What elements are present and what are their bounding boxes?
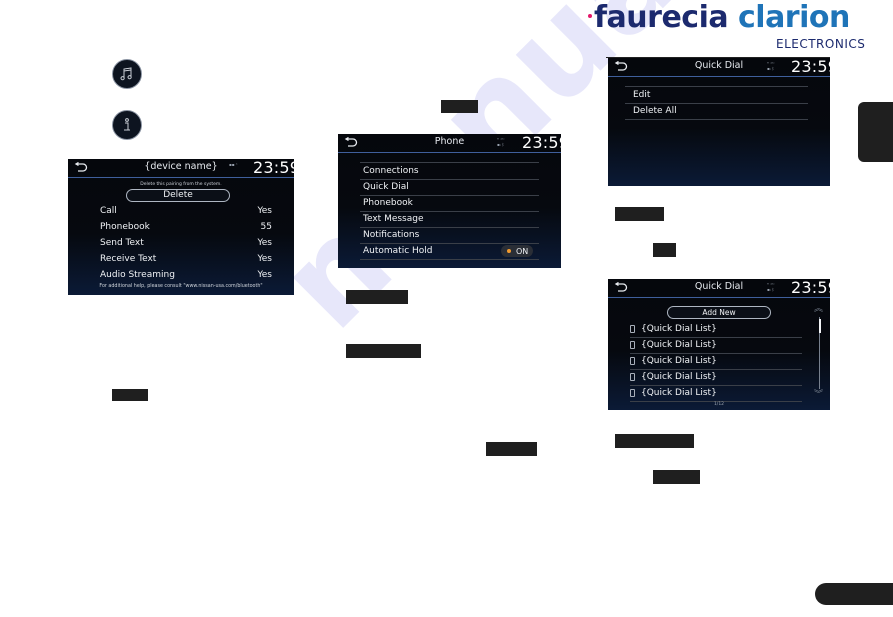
status-icons: ᵀˡ ᵃᵗᶜ ▪ᵢ ᛒ: [497, 137, 505, 147]
row-label: Send Text: [100, 238, 144, 248]
logo-clarion: clarion: [738, 0, 850, 35]
phone-icon: [630, 389, 635, 397]
menu-item-edit[interactable]: Edit: [625, 87, 808, 104]
label-box: [653, 243, 676, 257]
row-call: Call Yes: [100, 203, 272, 219]
quick-dial-item[interactable]: {Quick Dial List}: [630, 385, 802, 402]
instruction-text: Delete this pairing from the system.: [140, 182, 222, 187]
menu-item-label: Quick Dial: [363, 182, 409, 192]
edit-menu-list: Edit Delete All: [625, 86, 808, 120]
automatic-hold-toggle[interactable]: ON: [501, 245, 533, 257]
row-audio-streaming: Audio Streaming Yes: [100, 267, 272, 283]
row-value: Yes: [257, 254, 272, 264]
clock: 23:59: [791, 279, 830, 297]
clock: 23:59: [522, 134, 561, 152]
delete-button[interactable]: Delete: [126, 189, 230, 202]
row-phonebook: Phonebook 55: [100, 219, 272, 235]
label-box: [615, 207, 664, 221]
menu-item-connections[interactable]: Connections: [360, 163, 539, 180]
clock: 23:59: [791, 58, 830, 76]
label-box: [441, 100, 478, 113]
label-box: [615, 434, 694, 448]
menu-item-phonebook[interactable]: Phonebook: [360, 195, 539, 212]
quick-dial-edit-screen: Quick Dial ᵀˡ ᵃᵗᶜ▪ᵢ ᛒ 23:59 Edit Delete …: [608, 58, 830, 186]
toggle-indicator: [507, 249, 511, 253]
music-note-icon: [112, 59, 142, 89]
screen-header: Quick Dial ᵀˡ ᵃᵗᶜ▪ᵢ ᛒ 23:59: [608, 279, 830, 298]
label-box: [346, 290, 408, 304]
quick-dial-item[interactable]: {Quick Dial List}: [630, 369, 802, 386]
row-value: Yes: [257, 270, 272, 280]
logo-accent-dot: [588, 14, 592, 18]
quick-dial-label: {Quick Dial List}: [641, 356, 717, 366]
quick-dial-item[interactable]: {Quick Dial List}: [630, 321, 802, 338]
quick-dial-label: {Quick Dial List}: [641, 388, 717, 398]
quick-dial-label: {Quick Dial List}: [641, 340, 717, 350]
row-label: Phonebook: [100, 222, 150, 232]
label-box: [653, 470, 700, 484]
status-icons: ᵀˡ ᵃᵗᶜ ▪ᵢ ᛒ: [767, 282, 775, 292]
screen-header: {device name} ▪▪ ⁿ 23:59: [68, 159, 294, 178]
menu-item-automatic-hold[interactable]: Automatic Hold ON: [360, 243, 539, 260]
label-box: [346, 344, 421, 358]
quick-dial-label: {Quick Dial List}: [641, 372, 717, 382]
menu-item-label: Connections: [363, 166, 419, 176]
menu-item-label: Edit: [633, 90, 651, 100]
menu-item-quick-dial[interactable]: Quick Dial: [360, 179, 539, 196]
phone-icon: [630, 325, 635, 333]
row-label: Call: [100, 206, 117, 216]
screen-header: Quick Dial ᵀˡ ᵃᵗᶜ▪ᵢ ᛒ 23:59: [608, 58, 830, 77]
menu-item-label: Phonebook: [363, 198, 413, 208]
clock: 23:59: [253, 159, 294, 177]
logo-subtitle: ELECTRONICS: [776, 37, 866, 51]
quick-dial-list-screen: Quick Dial ᵀˡ ᵃᵗᶜ▪ᵢ ᛒ 23:59 Add New {Qui…: [608, 279, 830, 410]
add-new-button[interactable]: Add New: [667, 306, 771, 319]
device-screen: {device name} ▪▪ ⁿ 23:59 Delete this pai…: [68, 159, 294, 295]
row-send-text: Send Text Yes: [100, 235, 272, 251]
menu-item-label: Delete All: [633, 106, 677, 116]
row-value: Yes: [257, 238, 272, 248]
brand-logo: faurecia clarion ELECTRONICS: [588, 0, 878, 52]
logo-faurecia: faurecia: [594, 0, 729, 35]
phone-screen: Phone ᵀˡ ᵃᵗᶜ▪ᵢ ᛒ 23:59 Connections Quick…: [338, 134, 561, 268]
row-label: Audio Streaming: [100, 270, 175, 280]
menu-item-label: Text Message: [363, 214, 424, 224]
menu-item-delete-all[interactable]: Delete All: [625, 103, 808, 120]
scroll-up-icon[interactable]: ︽: [814, 305, 823, 314]
row-value: 55: [260, 222, 272, 232]
phone-icon: [630, 373, 635, 381]
phone-icon: [630, 341, 635, 349]
menu-item-label: Automatic Hold: [363, 246, 433, 256]
menu-item-text-message[interactable]: Text Message: [360, 211, 539, 228]
scroll-down-icon[interactable]: ︾: [814, 391, 823, 400]
phone-icon: [630, 357, 635, 365]
quick-dial-label: {Quick Dial List}: [641, 324, 717, 334]
menu-list: Connections Quick Dial Phonebook Text Me…: [360, 162, 539, 260]
label-box: [486, 442, 537, 456]
quick-dial-item[interactable]: {Quick Dial List}: [630, 353, 802, 370]
label-box: [112, 389, 148, 401]
page-indicator: 1/12: [713, 402, 725, 407]
row-value: Yes: [257, 206, 272, 216]
screen-header: Phone ᵀˡ ᵃᵗᶜ▪ᵢ ᛒ 23:59: [338, 134, 561, 153]
row-receive-text: Receive Text Yes: [100, 251, 272, 267]
menu-item-notifications[interactable]: Notifications: [360, 227, 539, 244]
chapter-tab: [858, 102, 893, 162]
info-icon: [112, 110, 142, 140]
toggle-label: ON: [516, 246, 529, 256]
help-footer: For additional help, please consult "www…: [99, 284, 263, 289]
scrollbar-thumb[interactable]: [818, 319, 821, 333]
status-icons: ᵀˡ ᵃᵗᶜ ▪ᵢ ᛒ: [767, 61, 775, 71]
page-number-tab: [815, 583, 893, 605]
quick-dial-item[interactable]: {Quick Dial List}: [630, 337, 802, 354]
row-label: Receive Text: [100, 254, 157, 264]
status-icons: ▪▪ ⁿ: [229, 162, 238, 167]
menu-item-label: Notifications: [363, 230, 420, 240]
